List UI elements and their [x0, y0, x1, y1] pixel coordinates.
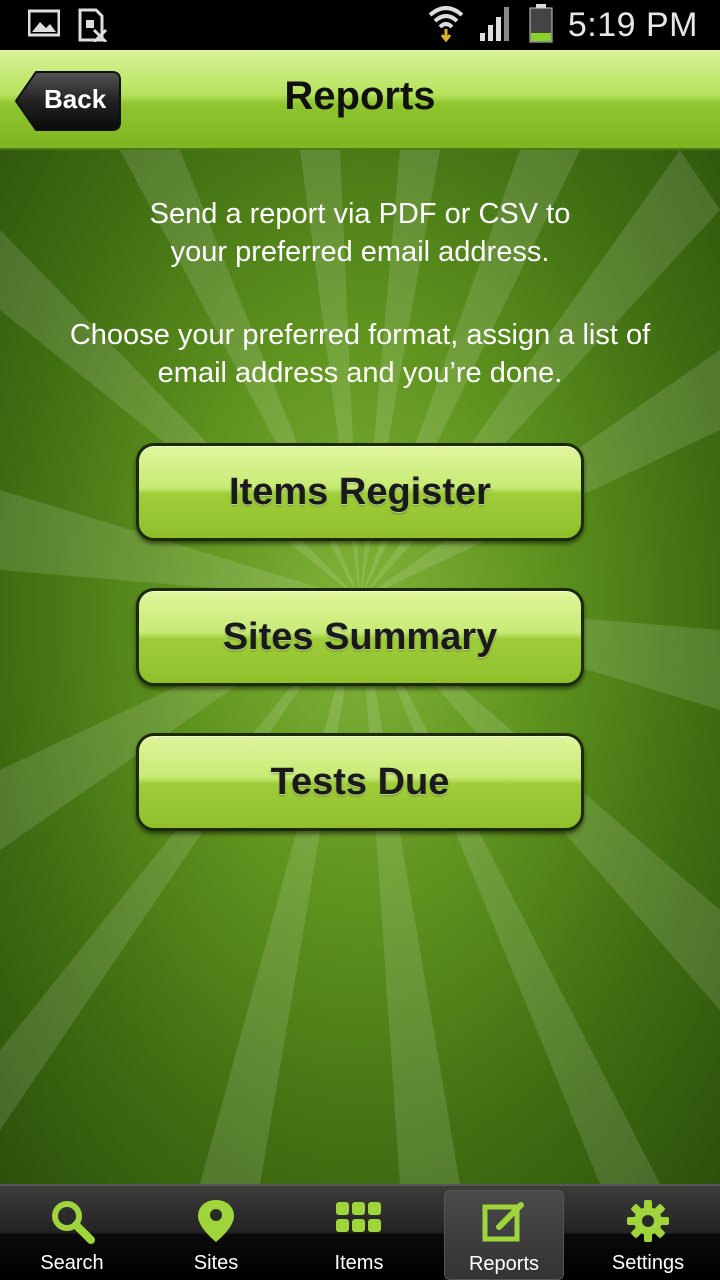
gear-icon — [627, 1200, 669, 1242]
no-sim-icon — [78, 8, 108, 47]
magnifier-icon — [52, 1201, 95, 1244]
main-content: Send a report via PDF or CSV to your pre… — [0, 150, 720, 1184]
button-label: Sites Summary — [222, 616, 498, 658]
button-label: Items Register — [229, 471, 491, 513]
tab-label: Settings — [611, 1252, 685, 1274]
tab-label: Sites — [193, 1252, 239, 1274]
status-bar: 5:19 PM — [0, 0, 720, 50]
edit-icon — [482, 1202, 524, 1242]
tab-settings[interactable]: Settings — [588, 1190, 708, 1280]
intro-paragraph-2: Choose your preferred format, assign a l… — [20, 316, 700, 392]
sites-summary-button[interactable]: Sites Summary — [136, 588, 584, 686]
wifi-icon — [428, 3, 464, 48]
intro-line: email address and you’re done. — [157, 357, 563, 389]
tests-due-button[interactable]: Tests Due — [136, 733, 584, 831]
header-bar: Back Reports — [0, 50, 720, 150]
intro-line: Choose your preferred format, assign a l… — [69, 319, 651, 351]
tab-sites[interactable]: Sites — [156, 1190, 276, 1280]
tab-label: Search — [40, 1252, 104, 1274]
grid-icon — [336, 1202, 381, 1232]
button-label: Tests Due — [270, 761, 450, 803]
tab-items[interactable]: Items — [299, 1190, 419, 1280]
status-time: 5:19 PM — [567, 5, 698, 44]
intro-line: your preferred email address. — [170, 236, 550, 268]
items-register-button[interactable]: Items Register — [136, 443, 584, 541]
page-title: Reports — [284, 74, 436, 118]
tab-search[interactable]: Search — [12, 1190, 132, 1280]
bottom-tab-bar: Search Sites Items Reports Settings — [0, 1184, 720, 1280]
tab-reports[interactable]: Reports — [444, 1190, 564, 1280]
battery-icon — [528, 3, 554, 48]
signal-icon — [478, 5, 514, 46]
gallery-icon — [27, 8, 61, 47]
intro-line: Send a report via PDF or CSV to — [149, 198, 571, 230]
map-pin-icon — [198, 1200, 234, 1242]
intro-paragraph-1: Send a report via PDF or CSV to your pre… — [20, 195, 700, 271]
tab-label: Items — [334, 1252, 384, 1274]
tab-label: Reports — [468, 1253, 540, 1275]
